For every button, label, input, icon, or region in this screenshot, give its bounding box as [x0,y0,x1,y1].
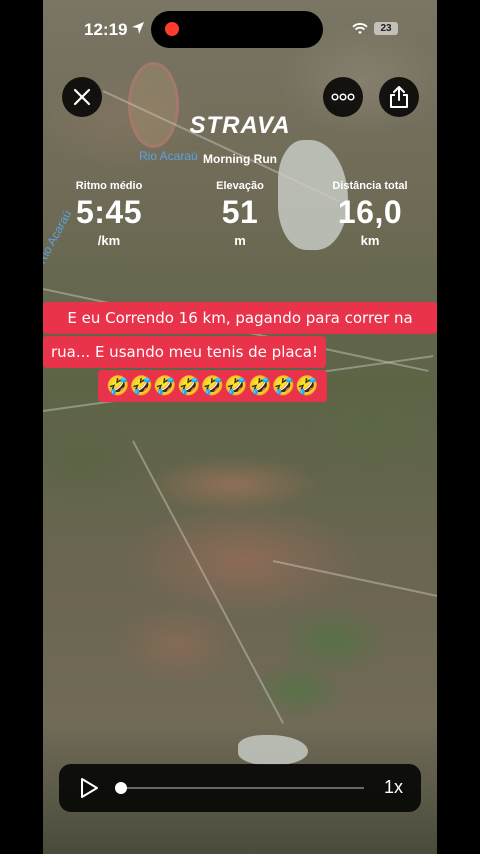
caption-emojis: 🤣🤣🤣🤣🤣🤣🤣🤣🤣 [98,370,327,402]
progress-track[interactable] [119,787,364,789]
stat-unit: m [234,233,246,248]
map-road [132,440,285,725]
stat-unit: /km [97,233,121,248]
stat-pace: Ritmo médio 5:45 /km [49,180,169,248]
close-button[interactable] [62,77,102,117]
share-icon [390,86,408,108]
stat-value: 5:45 [75,194,143,230]
recording-dot-icon [165,22,179,36]
video-player-controls: 1x [59,764,421,812]
close-icon [73,88,91,106]
play-button[interactable] [79,777,99,799]
wifi-icon [352,23,368,34]
location-arrow-icon [132,22,144,34]
progress-knob[interactable] [115,782,127,794]
more-dots-icon [331,93,355,101]
status-bar: 12:19 23 [43,0,437,58]
stat-elevation: Elevação 51 m [180,180,300,248]
strava-logo: STRAVA [189,112,291,139]
share-button[interactable] [379,77,419,117]
playback-speed-button[interactable]: 1x [384,777,403,798]
caption-line-2: rua... E usando meu tenis de placa! [43,336,327,368]
stat-distance: Distância total 16,0 km [310,180,430,248]
more-options-button[interactable] [323,77,363,117]
stat-value: 51 [221,194,259,230]
stat-label: Distância total [332,180,408,192]
stat-label: Ritmo médio [75,180,143,192]
caption-line-1: E eu Correndo 16 km, pagando para correr… [43,302,437,334]
map-road [272,560,437,604]
stat-unit: km [360,233,380,248]
stat-label: Elevação [216,180,264,192]
activity-title: Morning Run [203,152,277,166]
stat-value: 16,0 [337,194,403,230]
story-viewer: Rio Acaraú Rio Acaraú 12:19 23 STRAVA Mo… [43,0,437,854]
battery-indicator: 23 [374,22,398,35]
dynamic-island [151,11,323,48]
map-pond [238,735,308,765]
status-time: 12:19 [84,20,128,39]
